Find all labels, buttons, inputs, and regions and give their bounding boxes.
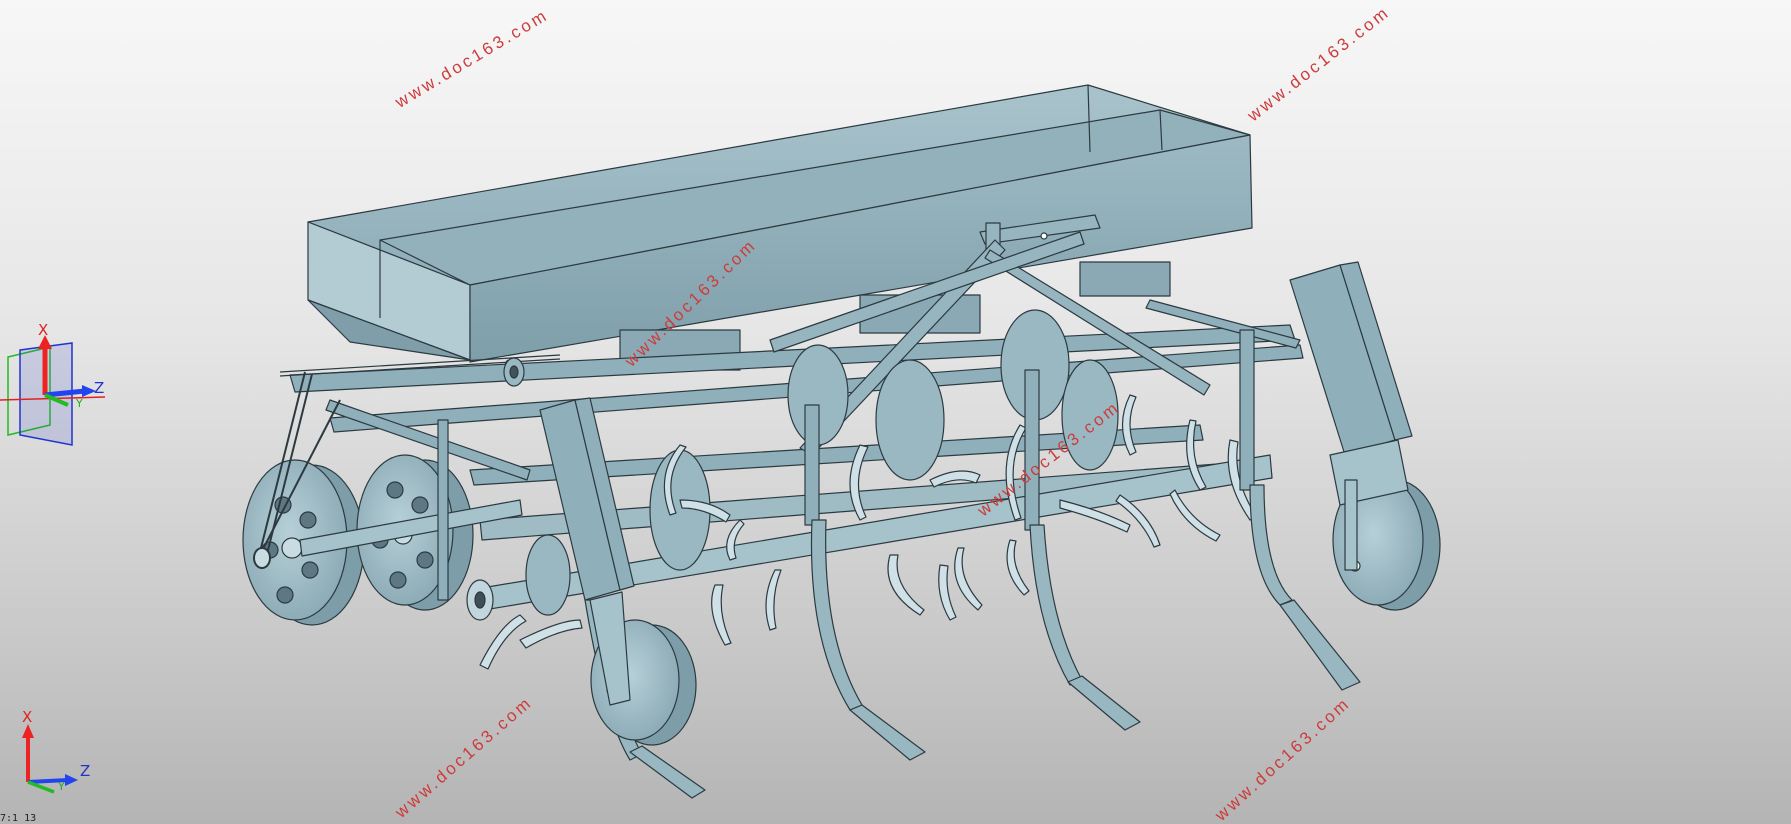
status-corner-text: 7:1 13 bbox=[0, 813, 37, 824]
origin-y-label: Y bbox=[58, 780, 65, 793]
seeder-cultivator-3d-model[interactable] bbox=[0, 0, 1791, 824]
view-orientation-triad[interactable]: X Z Y bbox=[0, 321, 110, 455]
x-axis-label: X bbox=[38, 321, 49, 339]
origin-x-label: X bbox=[22, 708, 33, 726]
origin-z-label: Z bbox=[80, 762, 91, 780]
front-depth-wheel bbox=[589, 591, 697, 746]
cad-3d-viewport[interactable]: www.doc163.com www.doc163.com www.doc163… bbox=[0, 0, 1791, 824]
origin-coordinate-triad: X Z Y bbox=[8, 708, 108, 800]
right-gauge-wheel bbox=[1329, 439, 1441, 611]
y-axis-label: Y bbox=[76, 397, 83, 410]
z-axis-label: Z bbox=[94, 379, 105, 397]
drive-sprocket bbox=[503, 357, 525, 387]
